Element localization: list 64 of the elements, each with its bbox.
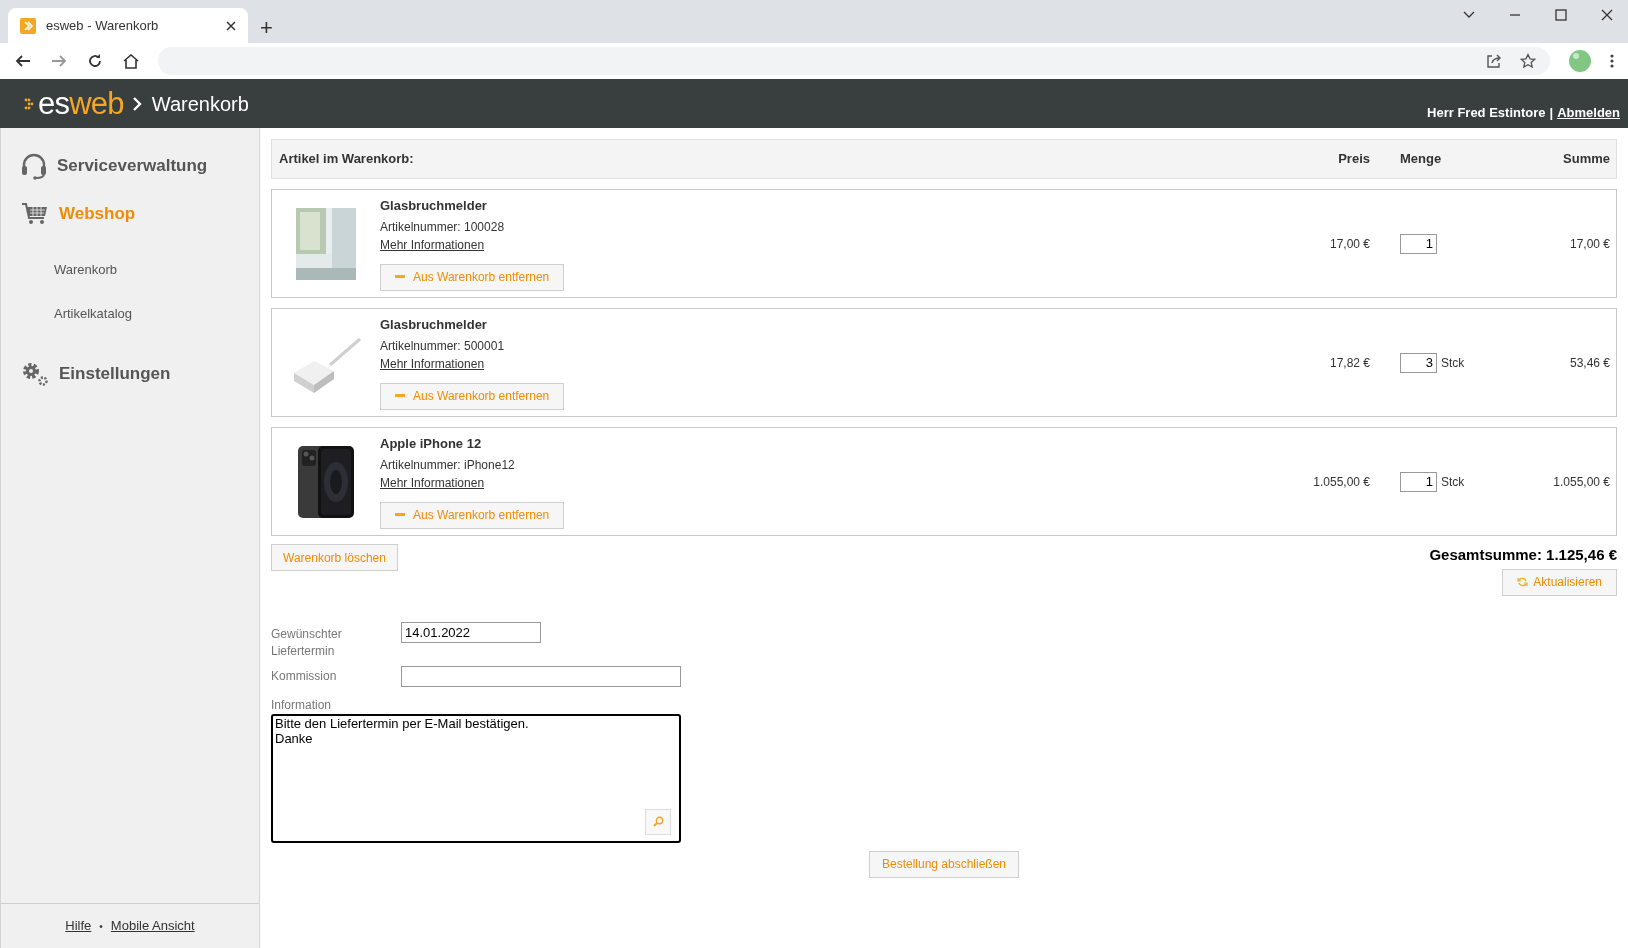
price: 17,82 € [1328, 354, 1370, 372]
page-title: Warenkorb [151, 91, 249, 117]
price: 1.055,00 € [1312, 473, 1370, 491]
line-total: 17,00 € [1568, 235, 1610, 253]
favicon-icon [20, 17, 36, 34]
more-info-link[interactable]: Mehr Informationen [380, 354, 485, 373]
column-header: Artikel im Warenkorb: [279, 150, 415, 169]
field-label: Gewünschter Liefertermin [271, 625, 343, 660]
tab-title: esweb - Warenkorb [46, 16, 160, 35]
logout-link[interactable]: Abmelden [1557, 102, 1620, 122]
unit-label: Stck [1441, 473, 1465, 491]
field-label: Information [271, 696, 333, 714]
article-number: Artikelnummer: 100028 [380, 218, 505, 236]
help-link[interactable]: Hilfe [65, 916, 92, 936]
column-header: Menge [1399, 150, 1443, 169]
refresh-icon [1517, 576, 1529, 588]
unit-label: Stck [1441, 354, 1465, 372]
chevron-right-icon [131, 95, 142, 112]
new-tab-button[interactable]: + [260, 17, 273, 39]
close-icon[interactable] [226, 20, 236, 31]
more-info-link[interactable]: Mehr Informationen [380, 473, 485, 492]
column-header: Summe [1562, 150, 1610, 169]
mobile-view-link[interactable]: Mobile Ansicht [110, 916, 195, 936]
date-field[interactable]: 14.01.2022 [401, 621, 541, 643]
sidebar-subitem[interactable]: Warenkorb [54, 260, 118, 280]
minus-icon [395, 275, 405, 280]
more-info-link[interactable]: Mehr Informationen [380, 235, 485, 254]
line-total: 53,46 € [1568, 354, 1610, 372]
sidebar-item[interactable]: Einstellungen [59, 361, 171, 387]
menu-icon[interactable] [1610, 53, 1614, 69]
share-icon[interactable] [1486, 53, 1502, 69]
product-name: Apple iPhone 12 [380, 435, 482, 454]
maximize-icon[interactable] [1554, 8, 1568, 22]
reload-icon[interactable] [86, 52, 104, 70]
browser-tab[interactable]: esweb - Warenkorb [8, 8, 248, 43]
logo[interactable]: esweb [38, 88, 124, 119]
gears-icon [21, 361, 49, 387]
separator-dot: • [99, 919, 103, 934]
product-name: Glasbruchmelder [380, 316, 487, 335]
headset-icon [21, 152, 47, 180]
separator: | [1549, 103, 1554, 122]
minus-icon [395, 513, 405, 518]
quantity-field[interactable]: 1 [1400, 233, 1437, 254]
field-label: Kommission [271, 668, 338, 685]
sidebar-item[interactable]: Serviceverwaltung [57, 153, 208, 179]
cart-icon [21, 202, 49, 226]
quantity-field[interactable]: 1 [1400, 471, 1437, 492]
price: 17,00 € [1328, 235, 1370, 253]
minus-icon [395, 394, 405, 399]
close-icon[interactable] [1600, 8, 1614, 22]
commission-field[interactable] [401, 665, 681, 687]
quantity-field[interactable]: 3 [1400, 352, 1437, 373]
article-number: Artikelnummer: 500001 [380, 337, 505, 355]
grand-total: Gesamtsumme: 1.125,46 € [1429, 545, 1617, 565]
column-header: Preis [1337, 150, 1370, 169]
user-name: Herr Fred Estintore [1427, 103, 1546, 122]
product-name: Glasbruchmelder [380, 197, 487, 216]
information-field[interactable]: Bitte den Liefertermin per E-Mail bestätigen. Danke [271, 713, 681, 843]
line-total: 1.055,00 € [1552, 473, 1610, 491]
zoom-icon [652, 816, 664, 827]
home-icon[interactable] [122, 52, 140, 70]
sidebar-subitem[interactable]: Artikelkatalog [54, 304, 133, 324]
star-icon[interactable] [1520, 53, 1536, 69]
article-number: Artikelnummer: iPhone12 [380, 456, 515, 474]
